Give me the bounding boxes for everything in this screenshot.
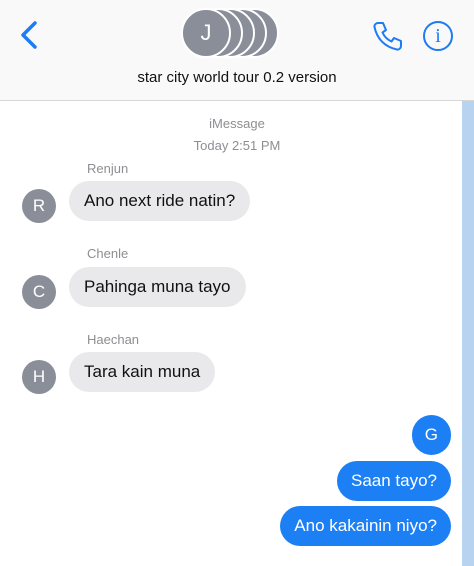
incoming-message-bubble[interactable]: Ano next ride natin? — [69, 181, 251, 221]
avatar-j: J — [181, 8, 231, 58]
incoming-message-bubble[interactable]: Tara kain muna — [69, 352, 216, 392]
outgoing-message-bubble[interactable]: G — [411, 415, 451, 455]
info-icon[interactable]: i — [423, 21, 453, 51]
group-name[interactable]: star city world tour 0.2 version — [0, 69, 474, 86]
sender-name: Haechan — [87, 332, 140, 347]
group-avatar-stack[interactable]: J — [181, 8, 301, 58]
avatar[interactable]: R — [22, 189, 56, 223]
back-chevron-icon[interactable] — [16, 20, 42, 50]
outgoing-message-bubble[interactable]: Saan tayo? — [336, 461, 451, 501]
conversation-header: J star city world tour 0.2 version i — [0, 0, 474, 101]
incoming-message-bubble[interactable]: Pahinga muna tayo — [69, 267, 246, 307]
phone-icon[interactable] — [372, 20, 402, 52]
avatar[interactable]: C — [22, 275, 56, 309]
scrollbar[interactable] — [462, 101, 474, 566]
sender-name: Chenle — [87, 246, 129, 261]
service-label: iMessage — [209, 116, 265, 131]
outgoing-message-bubble[interactable]: Ano kakainin niyo? — [280, 506, 451, 546]
sender-name: Renjun — [87, 161, 129, 176]
timestamp: Today 2:51 PM — [193, 138, 281, 153]
avatar[interactable]: H — [22, 360, 56, 394]
